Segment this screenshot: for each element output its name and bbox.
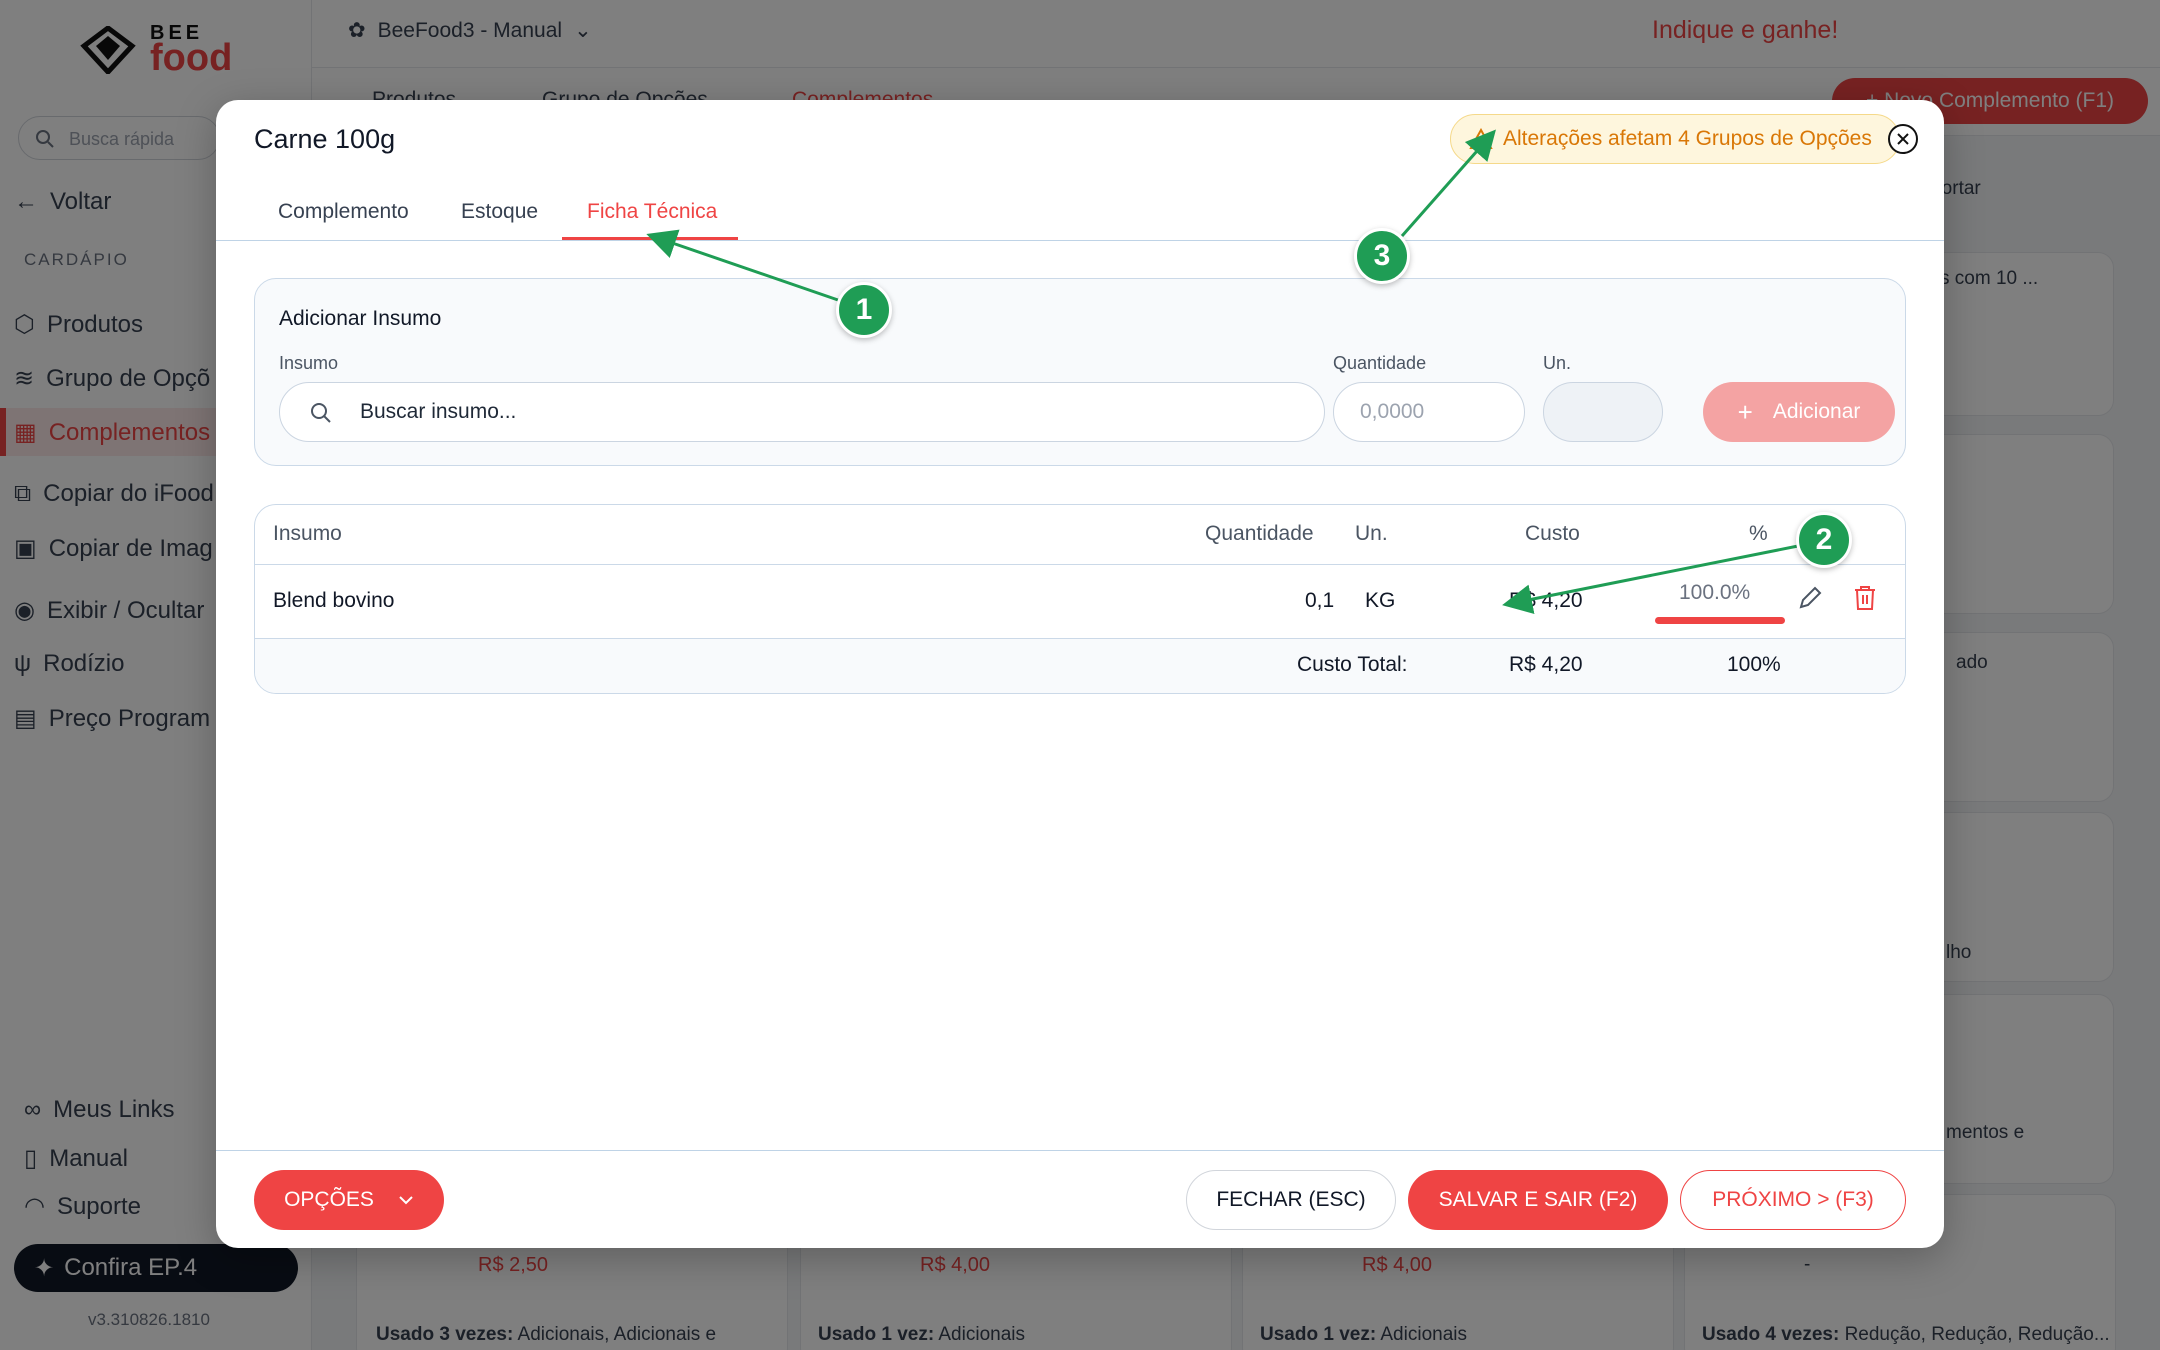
annotation-arrows (646, 129, 1799, 615)
arrow-3 (1400, 129, 1496, 237)
arrow-2 (1502, 544, 1799, 615)
annotation-badge-3: 3 (1354, 228, 1410, 284)
annotation-badge-2: 2 (1796, 512, 1852, 568)
arrow-1 (646, 229, 839, 302)
annotation-badge-1: 1 (836, 282, 892, 338)
